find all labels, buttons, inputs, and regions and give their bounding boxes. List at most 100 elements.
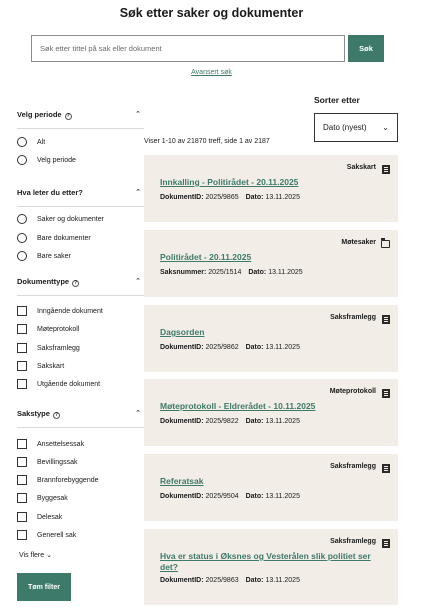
doc-type-option[interactable]: Inngående dokument bbox=[17, 305, 103, 317]
result-type: Sakskart bbox=[346, 164, 376, 171]
show-more-link[interactable]: Vis flere ⌄ bbox=[19, 551, 52, 559]
result-card[interactable]: Saksframlegg Dagsorden DokumentID: 2025/… bbox=[144, 305, 398, 372]
option-label: Utgående dokument bbox=[37, 380, 101, 388]
id-label: Saksnummer: bbox=[160, 269, 207, 276]
result-title-link[interactable]: Innkalling - Politirådet - 20.11.2025 bbox=[160, 177, 380, 188]
looking-for-option-both[interactable]: Saker og dokumenter bbox=[17, 213, 104, 225]
option-label: Inngående dokument bbox=[37, 307, 103, 315]
result-card[interactable]: Sakskart Innkalling - Politirådet - 20.1… bbox=[144, 155, 398, 222]
checkbox[interactable] bbox=[17, 475, 27, 485]
result-type: Møtesaker bbox=[341, 239, 376, 246]
divider bbox=[17, 206, 144, 207]
doc-type-option[interactable]: Utgående dokument bbox=[17, 378, 100, 390]
option-label: Delesak bbox=[37, 513, 63, 521]
option-label: Ansettelsessak bbox=[37, 440, 85, 448]
sort-label: Sorter etter bbox=[314, 95, 360, 105]
checkbox[interactable] bbox=[17, 306, 27, 316]
date-label: Dato: bbox=[245, 418, 264, 425]
radio-button[interactable] bbox=[17, 251, 27, 261]
result-card[interactable]: Møteprotokoll Møteprotokoll - Eldrerådet… bbox=[144, 379, 398, 446]
divider bbox=[17, 427, 144, 428]
result-meta: DokumentID: 2025/9863 Dato: 13.11.2025 bbox=[160, 577, 300, 584]
date-value: 13.11.2025 bbox=[265, 418, 300, 425]
option-label: Bare dokumenter bbox=[37, 234, 91, 242]
option-label: Saksframlegg bbox=[37, 344, 80, 352]
doc-type-option[interactable]: Sakskart bbox=[17, 360, 64, 372]
chevron-down-icon: ⌄ bbox=[46, 552, 52, 559]
chevron-up-icon[interactable]: ⌃ bbox=[135, 277, 141, 285]
checkbox[interactable] bbox=[17, 457, 27, 467]
date-value: 13.11.2025 bbox=[265, 344, 300, 351]
result-meta: DokumentID: 2025/9865 Dato: 13.11.2025 bbox=[160, 194, 300, 201]
search-button[interactable]: Søk bbox=[348, 35, 384, 62]
result-title-link[interactable]: Hva er status i Øksnes og Vesterålen sli… bbox=[160, 551, 380, 572]
result-title-link[interactable]: Møteprotokoll - Eldrerådet - 10.11.2025 bbox=[160, 401, 380, 412]
looking-for-filter-header[interactable]: Hva leter du etter? ⌃ bbox=[17, 188, 144, 202]
document-icon bbox=[382, 539, 390, 548]
case-type-option[interactable]: Byggesak bbox=[17, 492, 68, 504]
help-icon[interactable]: ? bbox=[52, 412, 60, 419]
period-option-all[interactable]: Alt bbox=[17, 136, 45, 148]
checkbox[interactable] bbox=[17, 530, 27, 540]
date-value: 13.11.2025 bbox=[265, 493, 300, 500]
result-title-link[interactable]: Dagsorden bbox=[160, 327, 380, 338]
checkbox[interactable] bbox=[17, 324, 27, 334]
case-type-option[interactable]: Bevillingssak bbox=[17, 456, 77, 468]
case-type-option[interactable]: Brannforebyggende bbox=[17, 474, 99, 486]
result-meta: DokumentID: 2025/9822 Dato: 13.11.2025 bbox=[160, 418, 300, 425]
chevron-up-icon[interactable]: ⌃ bbox=[135, 188, 141, 196]
date-value: 13.11.2025 bbox=[265, 194, 300, 201]
radio-button[interactable] bbox=[17, 155, 27, 165]
result-card[interactable]: Møtesaker Politirådet - 20.11.2025 Saksn… bbox=[144, 230, 398, 297]
document-icon bbox=[382, 165, 390, 174]
radio-button[interactable] bbox=[17, 233, 27, 243]
clear-filter-button[interactable]: Tøm filter bbox=[17, 573, 71, 601]
folder-icon bbox=[381, 238, 390, 248]
id-label: DokumentID: bbox=[160, 493, 204, 500]
help-icon[interactable]: ? bbox=[72, 280, 80, 287]
result-title-link[interactable]: Politirådet - 20.11.2025 bbox=[160, 252, 380, 263]
sort-select[interactable]: Dato (nyest) ⌄ bbox=[314, 113, 398, 142]
result-card[interactable]: Saksframlegg Referatsak DokumentID: 2025… bbox=[144, 454, 398, 521]
checkbox[interactable] bbox=[17, 493, 27, 503]
option-label: Generell sak bbox=[37, 531, 77, 539]
case-type-option[interactable]: Delesak bbox=[17, 511, 62, 523]
looking-for-option-documents[interactable]: Bare dokumenter bbox=[17, 232, 91, 244]
id-label: DokumentID: bbox=[160, 194, 204, 201]
id-value: 2025/9504 bbox=[205, 493, 239, 500]
checkbox[interactable] bbox=[17, 343, 27, 353]
result-title-link[interactable]: Referatsak bbox=[160, 476, 380, 487]
chevron-up-icon[interactable]: ⌃ bbox=[135, 409, 141, 417]
case-type-option[interactable]: Generell sak bbox=[17, 529, 76, 541]
result-count: Viser 1-10 av 21870 treff, side 1 av 218… bbox=[144, 138, 270, 145]
option-label: Byggesak bbox=[37, 494, 68, 502]
option-label: Sakskart bbox=[37, 362, 65, 370]
search-input[interactable] bbox=[31, 35, 345, 62]
checkbox[interactable] bbox=[17, 379, 27, 389]
case-type-option[interactable]: Ansettelsessak bbox=[17, 438, 84, 450]
chevron-up-icon[interactable]: ⌃ bbox=[135, 110, 141, 118]
radio-button[interactable] bbox=[17, 137, 27, 147]
radio-button[interactable] bbox=[17, 214, 27, 224]
checkbox[interactable] bbox=[17, 512, 27, 522]
case-type-filter-header[interactable]: Sakstype? ⌃ bbox=[17, 409, 144, 423]
looking-for-option-cases[interactable]: Bare saker bbox=[17, 250, 71, 262]
doc-type-option[interactable]: Møteprotokoll bbox=[17, 323, 79, 335]
result-type: Saksframlegg bbox=[330, 538, 376, 545]
document-icon bbox=[382, 315, 390, 324]
document-icon bbox=[382, 389, 390, 398]
result-card[interactable]: Saksframlegg Hva er status i Øksnes og V… bbox=[144, 529, 398, 605]
doc-type-option[interactable]: Saksframlegg bbox=[17, 342, 80, 354]
period-filter-header[interactable]: Velg periode? ⌃ bbox=[17, 110, 144, 124]
advanced-search-link[interactable]: Avansert søk bbox=[0, 69, 423, 76]
looking-for-filter-title: Hva leter du etter? bbox=[17, 188, 83, 197]
chevron-down-icon: ⌄ bbox=[382, 123, 389, 132]
checkbox[interactable] bbox=[17, 439, 27, 449]
period-option-select[interactable]: Velg periode bbox=[17, 154, 76, 166]
help-icon[interactable]: ? bbox=[64, 113, 72, 120]
checkbox[interactable] bbox=[17, 361, 27, 371]
result-type: Møteprotokoll bbox=[329, 388, 376, 395]
doc-type-filter-header[interactable]: Dokumenttype? ⌃ bbox=[17, 277, 144, 291]
case-type-filter-title: Sakstype bbox=[17, 409, 50, 418]
page-title: Søk etter saker og dokumenter bbox=[119, 6, 304, 20]
